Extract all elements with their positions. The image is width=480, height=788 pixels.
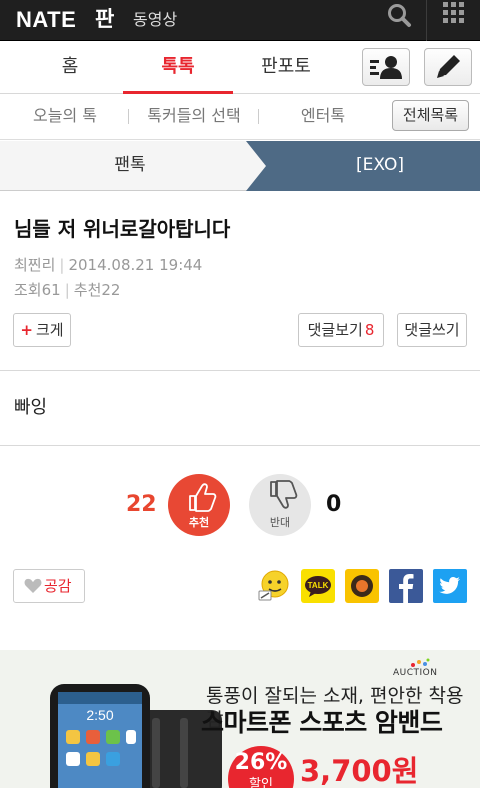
write-comment-button[interactable]: 댓글쓰기 xyxy=(397,313,467,347)
tab-toktok[interactable]: 톡톡 xyxy=(123,42,233,94)
view-comments-button[interactable]: 댓글보기 8 xyxy=(298,313,384,347)
divider xyxy=(0,445,480,446)
ad-brand: AUCTION xyxy=(393,668,438,678)
sub-nav: 오늘의 톡 톡커들의 선택 엔터톡 전체목록 xyxy=(0,94,480,140)
upvote-count: 22 xyxy=(126,492,157,517)
divider xyxy=(0,370,480,371)
empathy-button[interactable]: 공감 xyxy=(13,569,85,603)
pencil-icon xyxy=(437,55,460,78)
breadcrumb-current[interactable]: [EXO] xyxy=(280,141,480,191)
grid-menu-icon[interactable] xyxy=(437,0,471,36)
recommend-label: 추천 xyxy=(73,281,102,299)
views-label: 조회 xyxy=(14,281,42,299)
nate-emoticon-icon[interactable] xyxy=(257,569,291,603)
upvote-button[interactable]: 추천 xyxy=(168,474,230,536)
tab-home[interactable]: 홈 xyxy=(20,42,120,94)
ad-banner[interactable]: 2:50 AUCTION 통풍이 잘되는 소재, 편안한 착용감! 스마트폰 스… xyxy=(0,650,480,788)
upvote-label: 추천 xyxy=(188,516,210,529)
profile-list-icon xyxy=(370,56,402,79)
auction-dots-icon xyxy=(411,658,430,667)
subnav-entertalk[interactable]: 엔터톡 xyxy=(268,94,378,138)
main-nav: 홈 톡톡 판포토 xyxy=(0,42,480,94)
post-author-date: 최찐리 | 2014.08.21 19:44 xyxy=(14,256,203,274)
plus-icon: + xyxy=(20,321,33,339)
post-title: 님들 저 위너로갈아탑니다 xyxy=(14,217,231,241)
downvote-count: 0 xyxy=(326,492,342,517)
ad-product: 스마트폰 스포츠 암밴드 xyxy=(201,708,443,737)
ad-discount: 26% xyxy=(234,750,288,775)
downvote-button[interactable]: 반대 xyxy=(249,474,311,536)
subnav-talkers-choice[interactable]: 톡커들의 선택 xyxy=(135,94,253,138)
divider xyxy=(128,109,129,124)
top-bar: NATE 판 동영상 xyxy=(0,0,480,41)
kakaotalk-label: TALK xyxy=(308,581,329,590)
facebook-icon[interactable] xyxy=(389,569,423,603)
ad-discount-badge: 26% 할인 xyxy=(228,746,294,788)
post-body: 빠잉 xyxy=(14,397,48,418)
nate-logo[interactable]: NATE xyxy=(16,4,76,36)
divider xyxy=(426,0,427,41)
pann-service-title[interactable]: 판 xyxy=(95,3,114,35)
search-icon[interactable] xyxy=(383,0,417,36)
thumbs-down-icon xyxy=(270,480,298,509)
downvote-label: 반대 xyxy=(269,516,291,529)
write-post-button[interactable] xyxy=(424,48,472,86)
ad-price: 3,700원 xyxy=(300,754,419,788)
thumbs-up-icon xyxy=(189,483,217,512)
post-date: 2014.08.21 19:44 xyxy=(68,256,203,274)
kakaotalk-icon[interactable]: TALK xyxy=(301,569,335,603)
all-list-button[interactable]: 전체목록 xyxy=(392,100,469,131)
subnav-today-talk[interactable]: 오늘의 톡 xyxy=(10,94,120,138)
tab-pannphoto[interactable]: 판포토 xyxy=(236,42,336,94)
ad-discount-sub: 할인 xyxy=(249,777,273,788)
video-link[interactable]: 동영상 xyxy=(133,6,177,34)
recommend-count: 22 xyxy=(101,281,121,299)
phone-clock: 2:50 xyxy=(86,707,113,723)
post-stats: 조회61 | 추천22 xyxy=(14,281,121,299)
comment-count: 8 xyxy=(364,321,375,339)
twitter-icon[interactable] xyxy=(433,569,467,603)
views-count: 61 xyxy=(41,281,61,299)
breadcrumb-parent[interactable]: 팬톡 xyxy=(0,141,260,191)
heart-icon xyxy=(24,578,42,593)
breadcrumb: 팬톡 [EXO] xyxy=(0,141,480,191)
divider xyxy=(258,109,259,124)
kakaostory-icon[interactable] xyxy=(345,569,379,603)
post-author[interactable]: 최찐리 xyxy=(14,256,55,274)
font-size-button[interactable]: + 크게 xyxy=(13,313,71,347)
my-page-button[interactable] xyxy=(362,48,410,86)
